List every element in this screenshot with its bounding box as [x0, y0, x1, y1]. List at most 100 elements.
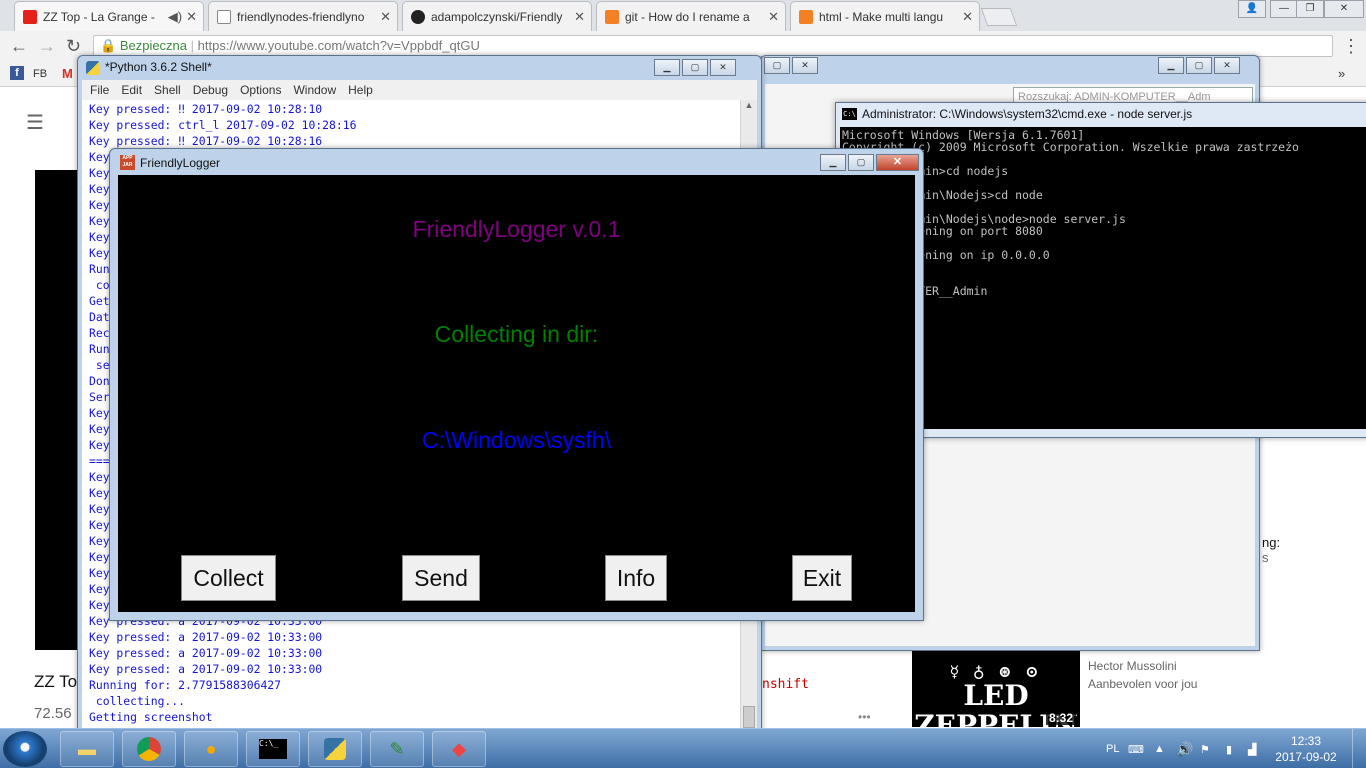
- lock-icon: 🔒: [100, 38, 117, 53]
- show-desktop-button[interactable]: [1352, 729, 1366, 768]
- friendlylogger-window[interactable]: APP JAR FriendlyLogger ▁ ▢ ✕ FriendlyLogg…: [109, 148, 924, 621]
- volume-icon[interactable]: 🔊: [1176, 729, 1193, 768]
- reload-icon[interactable]: ↻: [66, 36, 81, 57]
- cmd-title: Administrator: C:\Windows\system32\cmd.e…: [862, 107, 1193, 121]
- video-duration: 8:32: [1045, 711, 1076, 725]
- speaker-icon[interactable]: ◀): [168, 9, 182, 25]
- menu-options[interactable]: Options: [240, 83, 281, 97]
- cmd-icon: C:\: [842, 108, 857, 120]
- collect-button[interactable]: Collect: [181, 555, 276, 601]
- minimize-button[interactable]: ▁: [654, 59, 680, 76]
- more-bookmarks-icon[interactable]: »: [1338, 66, 1345, 81]
- close-button[interactable]: ✕: [792, 57, 818, 74]
- close-tab-icon[interactable]: ✕: [962, 9, 973, 25]
- scroll-up-icon[interactable]: ▲: [741, 100, 757, 110]
- log-line: Key pressed: a 2017-09-02 10:33:00: [89, 630, 323, 644]
- close-tab-icon[interactable]: ✕: [186, 9, 197, 25]
- stackoverflow-icon: [605, 9, 619, 24]
- recommended-channel[interactable]: Hector Mussolini: [1088, 659, 1177, 673]
- minimize-button[interactable]: ▢: [764, 57, 790, 74]
- start-button[interactable]: [3, 731, 47, 767]
- forward-icon[interactable]: →: [38, 36, 56, 57]
- close-button[interactable]: ✕: [710, 59, 736, 76]
- file-icon: [217, 9, 231, 24]
- minimize-button[interactable]: ▁: [820, 154, 846, 171]
- tab-github[interactable]: adampolczynski/Friendly ✕: [402, 1, 592, 31]
- tab-git-rename[interactable]: git - How do I rename a ✕: [596, 1, 786, 31]
- app-heading: FriendlyLogger v.0.1: [412, 216, 621, 242]
- bookmark-fb[interactable]: FB: [33, 68, 47, 80]
- gmail-icon[interactable]: M: [62, 66, 73, 81]
- tab-html-multilang[interactable]: html - Make multi langu ✕: [790, 1, 980, 31]
- close-icon[interactable]: ✕: [1324, 0, 1364, 18]
- windows-taskbar: ▬ ● C:\_ ✎ ◆ PL ⌨ ▲ 🔊 ⚑ ▮ ▟ 12:33 2017-0…: [0, 728, 1366, 768]
- more-options-icon[interactable]: •••: [858, 710, 871, 724]
- tab-friendlynodes[interactable]: friendlynodes-friendlyno ✕: [208, 1, 398, 31]
- minimize-button[interactable]: ▁: [1158, 57, 1184, 74]
- show-hidden-icons-icon[interactable]: ▲: [1154, 729, 1165, 768]
- fl-studio-taskbar-item[interactable]: ●: [184, 731, 238, 767]
- tab-title: adampolczynski/Friendly: [431, 9, 563, 24]
- github-icon: [411, 9, 425, 24]
- menu-debug[interactable]: Debug: [193, 83, 228, 97]
- maximize-button[interactable]: ▢: [682, 59, 708, 76]
- menu-file[interactable]: File: [90, 83, 109, 97]
- chrome-taskbar-item[interactable]: [122, 731, 176, 767]
- menu-help[interactable]: Help: [348, 83, 373, 97]
- browser-tabstrip: ZZ Top - La Grange - ◀) ✕ friendlynodes-…: [0, 0, 1366, 31]
- new-tab-button[interactable]: [980, 8, 1018, 26]
- menu-icon[interactable]: ⋮: [1342, 36, 1360, 57]
- log-line: Running for: 2.7791588306427: [89, 678, 282, 692]
- menu-window[interactable]: Window: [293, 83, 336, 97]
- cmd-taskbar-item[interactable]: C:\_: [246, 731, 300, 767]
- send-button[interactable]: Send: [402, 555, 480, 601]
- recommended-thumbnail[interactable]: ☿ ♁ ⊛ ⊙ LED ZEPPELIN 8:32: [912, 650, 1080, 727]
- action-center-flag-icon[interactable]: ⚑: [1200, 729, 1210, 768]
- python-icon: [86, 61, 100, 75]
- maximize-button[interactable]: ▢: [848, 154, 874, 171]
- explorer-taskbar-item[interactable]: ▬: [60, 731, 114, 767]
- close-tab-icon[interactable]: ✕: [574, 9, 585, 25]
- facebook-icon: f: [10, 66, 24, 80]
- log-line: Getting screenshot: [89, 710, 213, 724]
- menu-shell[interactable]: Shell: [154, 83, 181, 97]
- battery-icon[interactable]: ▮: [1226, 729, 1232, 768]
- log-line: Key pressed: a 2017-09-02 10:33:00: [89, 646, 323, 660]
- tab-title: git - How do I rename a: [625, 9, 750, 24]
- url-text: https://www.youtube.com/watch?v=Vppbdf_q…: [197, 38, 480, 53]
- notepad-taskbar-item[interactable]: ✎: [370, 731, 424, 767]
- back-icon[interactable]: ←: [10, 36, 28, 57]
- tab-youtube[interactable]: ZZ Top - La Grange - ◀) ✕: [14, 1, 204, 31]
- hamburger-menu-icon[interactable]: ☰: [26, 110, 44, 135]
- tab-title: ZZ Top - La Grange -: [43, 9, 155, 24]
- close-tab-icon[interactable]: ✕: [768, 9, 779, 25]
- language-indicator[interactable]: PL: [1106, 729, 1119, 768]
- minimize-icon[interactable]: —: [1270, 0, 1298, 18]
- log-line: Key pressed: a 2017-09-02 10:33:00: [89, 662, 323, 676]
- secure-label: Bezpieczna: [119, 38, 188, 53]
- log-line: collecting...: [89, 694, 186, 708]
- cmd-icon: C:\_: [259, 739, 287, 759]
- keyboard-icon[interactable]: ⌨: [1128, 729, 1144, 768]
- friendlylogger-title: FriendlyLogger: [140, 156, 221, 170]
- close-button[interactable]: ✕: [876, 154, 919, 171]
- python-taskbar-item[interactable]: [308, 731, 362, 767]
- app-taskbar-item[interactable]: ◆: [432, 731, 486, 767]
- sidebar-fragment-2: s: [1262, 550, 1269, 565]
- exit-button[interactable]: Exit: [792, 555, 852, 601]
- maximize-icon[interactable]: ❐: [1296, 0, 1324, 18]
- close-button[interactable]: ✕: [1214, 57, 1240, 74]
- scroll-thumb[interactable]: [743, 706, 755, 728]
- info-button[interactable]: Info: [605, 555, 667, 601]
- tab-title: friendlynodes-friendlyno: [237, 9, 365, 24]
- log-line: Key pressed: ‼ 2017-09-02 10:28:10: [89, 102, 323, 116]
- recommended-note: Aanbevolen voor jou: [1088, 677, 1198, 691]
- profile-icon[interactable]: 👤: [1238, 0, 1266, 18]
- system-clock[interactable]: 12:33 2017-09-02: [1272, 733, 1340, 765]
- maximize-button[interactable]: ▢: [1186, 57, 1212, 74]
- python-menu-bar: File Edit Shell Debug Options Window Hel…: [82, 80, 757, 100]
- close-tab-icon[interactable]: ✕: [380, 9, 391, 25]
- menu-edit[interactable]: Edit: [121, 83, 142, 97]
- address-bar[interactable]: 🔒 Bezpieczna | https://www.youtube.com/w…: [93, 35, 1333, 57]
- network-icon[interactable]: ▟: [1248, 729, 1256, 768]
